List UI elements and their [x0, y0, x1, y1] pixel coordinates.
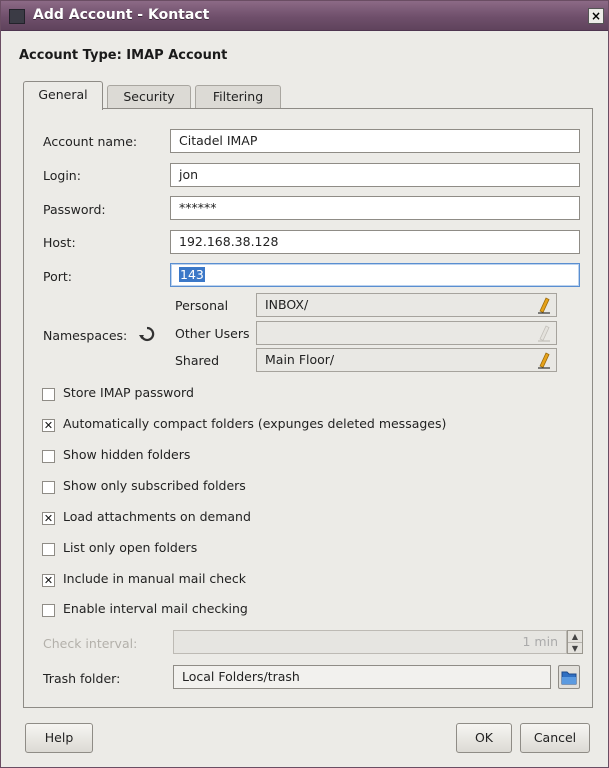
help-button[interactable]: Help: [25, 723, 93, 753]
ok-button[interactable]: OK: [456, 723, 512, 753]
list-open-folders-checkbox[interactable]: [42, 543, 55, 556]
browse-folder-button[interactable]: [558, 665, 580, 689]
namespace-other-users-label: Other Users: [175, 326, 250, 341]
window-title: Add Account - Kontact: [33, 7, 210, 23]
store-password-checkbox[interactable]: [42, 388, 55, 401]
spin-down-icon: ▼: [568, 642, 582, 653]
trash-folder-field[interactable]: Local Folders/trash: [173, 665, 551, 689]
cancel-button[interactable]: Cancel: [520, 723, 590, 753]
login-field[interactable]: jon: [170, 163, 580, 187]
host-field[interactable]: 192.168.38.128: [170, 230, 580, 254]
dialog-window: Add Account - Kontact × Account Type: IM…: [0, 0, 609, 768]
tab-general[interactable]: General: [23, 81, 103, 110]
port-value: 143: [179, 267, 205, 282]
title-bar[interactable]: Add Account - Kontact ×: [1, 1, 608, 31]
check-interval-label: Check interval:: [43, 636, 138, 651]
load-attachments-label: Load attachments on demand: [63, 509, 251, 524]
login-label: Login:: [43, 168, 81, 183]
folder-icon: [561, 671, 577, 685]
tab-filtering[interactable]: Filtering: [195, 85, 281, 109]
check-interval-spinner: ▲ ▼: [567, 630, 583, 654]
port-label: Port:: [43, 269, 72, 284]
account-type-heading: Account Type: IMAP Account: [19, 48, 228, 63]
namespace-personal-field: INBOX/: [256, 293, 557, 317]
interval-checking-checkbox[interactable]: [42, 604, 55, 617]
edit-shared-icon[interactable]: [537, 351, 551, 369]
compact-folders-label: Automatically compact folders (expunges …: [63, 416, 447, 431]
interval-checking-label: Enable interval mail checking: [63, 601, 248, 616]
account-name-label: Account name:: [43, 134, 138, 149]
manual-mail-check-checkbox[interactable]: ✕: [42, 574, 55, 587]
store-password-label: Store IMAP password: [63, 385, 194, 400]
account-name-field[interactable]: Citadel IMAP: [170, 129, 580, 153]
namespace-personal-label: Personal: [175, 298, 229, 313]
edit-other-users-icon: [538, 325, 550, 342]
list-open-folders-label: List only open folders: [63, 540, 198, 555]
edit-personal-icon[interactable]: [537, 296, 551, 314]
manual-mail-check-label: Include in manual mail check: [63, 571, 246, 586]
check-interval-field: 1 min: [173, 630, 567, 654]
namespace-other-users-field: [256, 321, 557, 345]
app-menu-icon[interactable]: [9, 9, 25, 24]
spin-up-icon: ▲: [571, 632, 579, 641]
show-hidden-folders-label: Show hidden folders: [63, 447, 191, 462]
password-label: Password:: [43, 202, 106, 217]
close-icon[interactable]: ×: [588, 8, 604, 24]
namespaces-label: Namespaces:: [43, 328, 128, 343]
namespace-shared-field: Main Floor/: [256, 348, 557, 372]
namespace-shared-label: Shared: [175, 353, 220, 368]
compact-folders-checkbox[interactable]: ✕: [42, 419, 55, 432]
subscribed-folders-checkbox[interactable]: [42, 481, 55, 494]
subscribed-folders-label: Show only subscribed folders: [63, 478, 246, 493]
show-hidden-folders-checkbox[interactable]: [42, 450, 55, 463]
tab-security[interactable]: Security: [107, 85, 191, 109]
trash-folder-label: Trash folder:: [43, 671, 121, 686]
host-label: Host:: [43, 235, 76, 250]
port-field[interactable]: 143: [170, 263, 580, 287]
load-attachments-checkbox[interactable]: ✕: [42, 512, 55, 525]
reload-icon[interactable]: [139, 326, 155, 342]
password-field[interactable]: ******: [170, 196, 580, 220]
